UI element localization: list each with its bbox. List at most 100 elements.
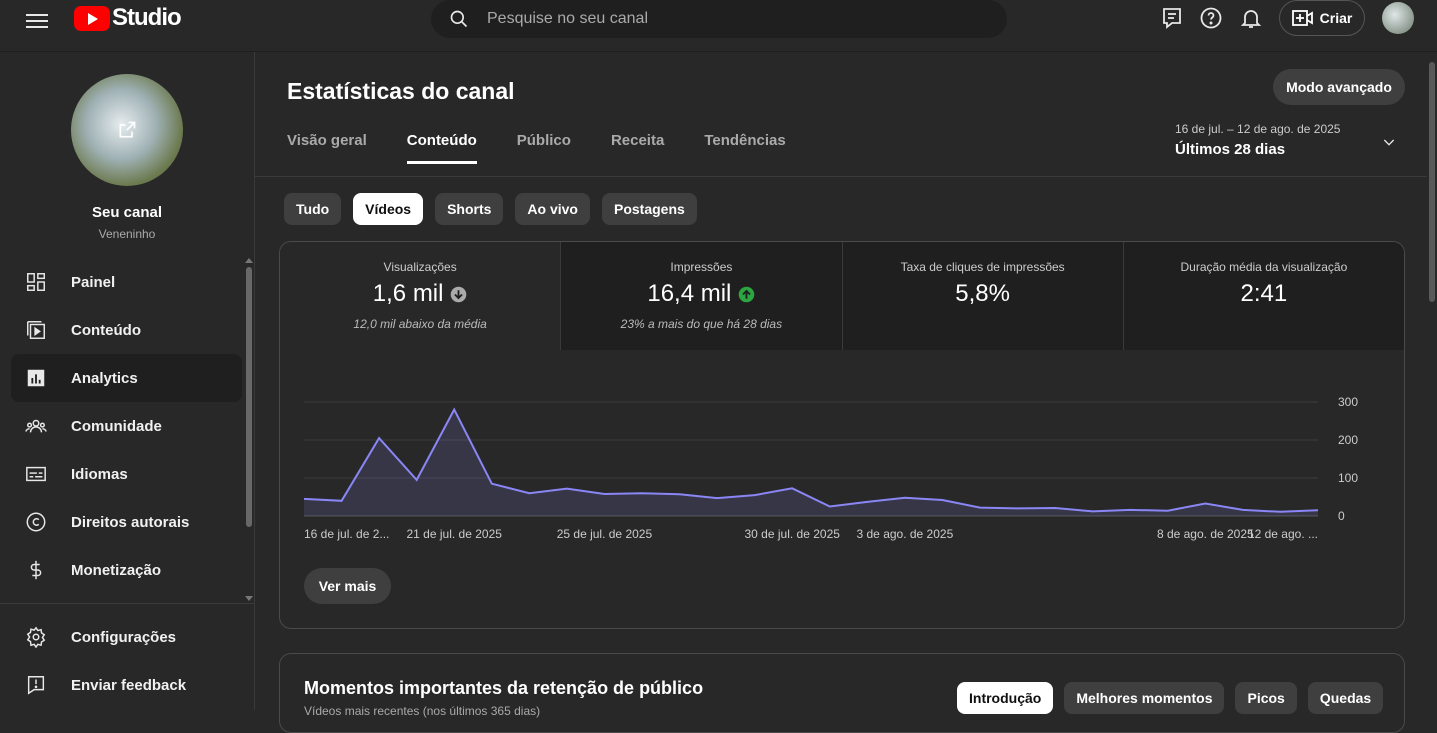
chip-introducao[interactable]: Introdução: [957, 682, 1054, 714]
sidebar-item-label: Comunidade: [71, 417, 162, 435]
tab-tendencias[interactable]: Tendências: [704, 132, 785, 164]
subtitles-icon: [24, 462, 48, 486]
x-tick-label: 3 de ago. de 2025: [857, 527, 954, 541]
scroll-up-arrow[interactable]: [245, 258, 253, 263]
chip-ao-vivo[interactable]: Ao vivo: [515, 193, 590, 225]
studio-logo[interactable]: Studio: [74, 4, 182, 32]
chip-picos[interactable]: Picos: [1235, 682, 1297, 714]
search-box[interactable]: [431, 0, 1007, 38]
sidebar-item-direitos-autorais[interactable]: Direitos autorais: [11, 498, 242, 546]
y-tick-label: 200: [1338, 433, 1358, 447]
metric-value: 2:41: [1240, 280, 1288, 307]
y-tick-label: 300: [1338, 395, 1358, 409]
metric-label: Impressões: [670, 260, 733, 274]
metric-value-row: 1,6 mil: [280, 280, 560, 308]
sidebar-nav: Painel Conteúdo Analytics Comunidade Idi…: [11, 258, 242, 594]
channel-avatar[interactable]: [71, 74, 183, 186]
sidebar-item-label: Idiomas: [71, 465, 128, 483]
metric-label: Taxa de cliques de impressões: [900, 260, 1065, 274]
metric-value-row: 16,4 mil: [561, 280, 841, 308]
y-tick-label: 0: [1338, 509, 1345, 523]
metric-ctr[interactable]: Taxa de cliques de impressões 5,8%: [841, 242, 1123, 350]
sidebar-item-label: Painel: [71, 273, 116, 291]
retention-title: Momentos importantes da retenção de públ…: [304, 678, 704, 698]
x-tick-label: 16 de jul. de 2...: [304, 527, 389, 541]
sidebar-item-label: Analytics: [71, 369, 138, 387]
account-avatar[interactable]: [1382, 2, 1414, 34]
top-bar: Studio Criar: [0, 0, 1437, 52]
sidebar-item-analytics[interactable]: Analytics: [11, 354, 242, 402]
sidebar-item-monetizacao[interactable]: Monetização: [11, 546, 242, 594]
page-scrollbar[interactable]: [1429, 62, 1435, 302]
views-chart-svg: 0 100 200 300 16 de jul. de 2... 21 de jul. d…: [303, 395, 1358, 541]
help-icon[interactable]: [1199, 6, 1223, 30]
sidebar-item-comunidade[interactable]: Comunidade: [11, 402, 242, 450]
series-area: [304, 409, 1318, 516]
sidebar-bottom-nav: Configurações Enviar feedback: [11, 613, 242, 709]
sidebar-item-enviar-feedback[interactable]: Enviar feedback: [11, 661, 242, 709]
chip-postagens[interactable]: Postagens: [602, 193, 697, 225]
sidebar-item-configuracoes[interactable]: Configurações: [11, 613, 242, 661]
sidebar-item-label: Enviar feedback: [71, 676, 187, 694]
copyright-icon: [24, 510, 48, 534]
feedback-icon: [24, 673, 48, 697]
x-tick-label: 12 de ago. ...: [1248, 527, 1318, 541]
metric-value-row: 5,8%: [843, 280, 1123, 308]
metric-views[interactable]: Visualizações 1,6 mil 12,0 mil abaixo da…: [280, 242, 561, 350]
external-link-icon: [119, 121, 136, 138]
menu-icon[interactable]: [24, 10, 50, 30]
sidebar: Seu canal Veneninho Painel Conteúdo Anal…: [0, 52, 255, 710]
chip-tudo[interactable]: Tudo: [284, 193, 342, 225]
date-range-dates: 16 de jul. – 12 de ago. de 2025: [1175, 122, 1341, 136]
chip-quedas[interactable]: Quedas: [1307, 682, 1384, 714]
tab-visao-geral[interactable]: Visão geral: [287, 132, 367, 164]
chip-melhores-momentos[interactable]: Melhores momentos: [1064, 682, 1225, 714]
search-input[interactable]: [487, 10, 967, 28]
sidebar-item-label: Configurações: [71, 628, 177, 646]
create-label: Criar: [1319, 10, 1353, 26]
advanced-mode-button[interactable]: Modo avançado: [1273, 69, 1405, 105]
scroll-down-arrow[interactable]: [245, 596, 253, 601]
metric-avg-duration[interactable]: Duração média da visualização 2:41: [1122, 242, 1404, 350]
main-content: Estatísticas do canal Modo avançado Visã…: [255, 52, 1427, 733]
search-icon: [450, 10, 468, 28]
create-button[interactable]: Criar: [1279, 0, 1365, 36]
sidebar-item-conteudo[interactable]: Conteúdo: [11, 306, 242, 354]
chevron-down-icon: [1383, 139, 1395, 146]
chip-videos[interactable]: Vídeos: [353, 193, 424, 225]
notifications-icon[interactable]: [1239, 6, 1263, 30]
retention-subtitle: Vídeos mais recentes (nos últimos 365 di…: [304, 704, 541, 718]
sidebar-scrollbar[interactable]: [246, 267, 252, 527]
metric-label: Duração média da visualização: [1180, 260, 1348, 274]
metrics-card: Visualizações 1,6 mil 12,0 mil abaixo da…: [279, 241, 1405, 629]
chip-shorts[interactable]: Shorts: [435, 193, 504, 225]
youtube-play-icon: [74, 5, 110, 31]
tab-conteudo[interactable]: Conteúdo: [406, 132, 477, 164]
dollar-icon: [24, 558, 48, 582]
see-more-button[interactable]: Ver mais: [304, 568, 391, 604]
community-icon: [24, 414, 48, 438]
channel-handle: Veneninho: [98, 227, 156, 241]
metric-value: 16,4 mil: [647, 280, 732, 307]
metric-value: 1,6 mil: [372, 280, 444, 307]
sidebar-item-idiomas[interactable]: Idiomas: [11, 450, 242, 498]
sidebar-item-label: Conteúdo: [71, 321, 141, 339]
tab-receita[interactable]: Receita: [611, 132, 664, 164]
metric-value-row: 2:41: [1124, 280, 1404, 308]
arrow-up-circle-icon: [739, 286, 755, 302]
tab-publico[interactable]: Público: [517, 132, 571, 164]
create-video-icon: [1291, 10, 1313, 26]
retention-card: Momentos importantes da retenção de públ…: [279, 653, 1405, 733]
captions-icon[interactable]: [1160, 6, 1184, 30]
content-icon: [24, 318, 48, 342]
metric-subtext: 12,0 mil abaixo da média: [353, 317, 487, 331]
retention-chips: Introdução Melhores momentos Picos Queda…: [957, 682, 1394, 714]
y-tick-label: 100: [1338, 471, 1358, 485]
channel-title: Seu canal: [91, 204, 163, 221]
sidebar-item-painel[interactable]: Painel: [11, 258, 242, 306]
page-title: Estatísticas do canal: [287, 78, 515, 104]
date-range-selector[interactable]: 16 de jul. – 12 de ago. de 2025 Últimos …: [1175, 122, 1405, 162]
analytics-icon: [24, 366, 48, 390]
date-range-period: Últimos 28 dias: [1175, 141, 1286, 158]
metric-impressions[interactable]: Impressões 16,4 mil 23% a mais do que há…: [560, 242, 842, 350]
